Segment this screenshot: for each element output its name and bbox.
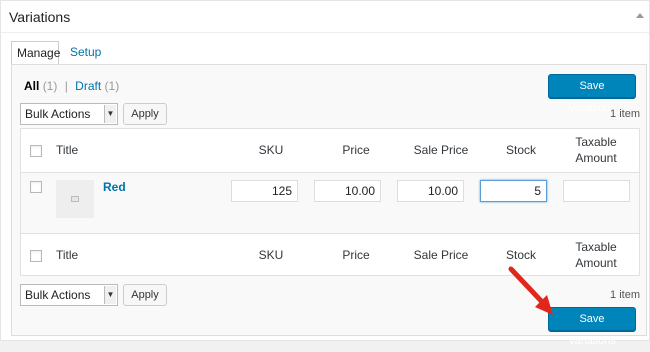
variation-name-link[interactable]: Red (103, 180, 126, 194)
column-stock: Stock (505, 143, 536, 157)
triangle-up-icon[interactable] (635, 11, 645, 21)
filter-draft-link[interactable]: Draft (75, 79, 101, 93)
annotation-arrow-icon (508, 266, 553, 315)
save-variations-button-top[interactable]: Save Variations (548, 74, 636, 114)
sku-input[interactable]: 125 (231, 180, 298, 202)
column-taxable-line1-footer: Taxable (575, 240, 617, 254)
column-sale-price: Sale Price (413, 143, 469, 157)
tablenav-top: Bulk Actions ▼ Apply 1 item (20, 103, 640, 127)
column-price-footer: Price (342, 248, 370, 262)
postbox-header: Variations (1, 1, 649, 33)
column-title: Title (56, 143, 79, 157)
row-checkbox[interactable] (30, 181, 42, 193)
column-price: Price (342, 143, 370, 157)
select-all-checkbox[interactable] (30, 145, 42, 157)
table-row: Red 125 10.00 10.00 5 (21, 173, 639, 233)
select-all-checkbox-footer[interactable] (30, 250, 42, 262)
column-taxable-line2-footer: Amount (575, 256, 617, 270)
image-placeholder-icon (71, 196, 79, 202)
sale-price-input[interactable]: 10.00 (397, 180, 464, 202)
stock-input[interactable]: 5 (480, 180, 547, 202)
variations-postbox: Variations Manage Setup All (1) | Draft … (0, 0, 650, 347)
chevron-down-icon: ▼ (104, 105, 116, 123)
variations-table: Title SKU Price Sale Price Stock Taxable… (20, 128, 640, 276)
status-filters: All (1) | Draft (1) (24, 79, 119, 93)
postbox-title: Variations (9, 9, 71, 25)
filter-all-label[interactable]: All (24, 79, 39, 93)
items-count-bottom: 1 item (610, 289, 640, 301)
column-taxable-line2: Amount (575, 151, 617, 165)
column-sku: SKU (258, 143, 284, 157)
table-header-row: Title SKU Price Sale Price Stock Taxable… (21, 129, 639, 173)
column-taxable-line1: Taxable (575, 135, 617, 149)
column-stock-footer: Stock (505, 248, 536, 262)
column-title-footer: Title (56, 248, 79, 262)
bulk-actions-value-bottom: Bulk Actions (25, 288, 91, 302)
bulk-actions-select-top[interactable]: Bulk Actions ▼ (20, 103, 118, 125)
tab-setup[interactable]: Setup (65, 41, 106, 65)
column-sku-footer: SKU (258, 248, 284, 262)
bulk-actions-select-bottom[interactable]: Bulk Actions ▼ (20, 284, 118, 306)
variation-thumbnail[interactable] (56, 180, 94, 218)
taxable-amount-input[interactable] (563, 180, 630, 202)
column-sale-price-footer: Sale Price (413, 248, 469, 262)
bulk-actions-value: Bulk Actions (25, 107, 91, 121)
tab-manage[interactable]: Manage (11, 41, 60, 65)
filter-draft-count: (1) (104, 79, 120, 93)
filter-separator: | (64, 79, 68, 93)
price-input[interactable]: 10.00 (314, 180, 381, 202)
filter-all-count: (1) (42, 79, 58, 93)
items-count-top: 1 item (610, 108, 640, 120)
apply-button-bottom[interactable]: Apply (123, 284, 167, 306)
chevron-down-icon: ▼ (104, 286, 116, 304)
save-variations-button-bottom[interactable]: Save Variations (548, 307, 636, 347)
apply-button-top[interactable]: Apply (123, 103, 167, 125)
